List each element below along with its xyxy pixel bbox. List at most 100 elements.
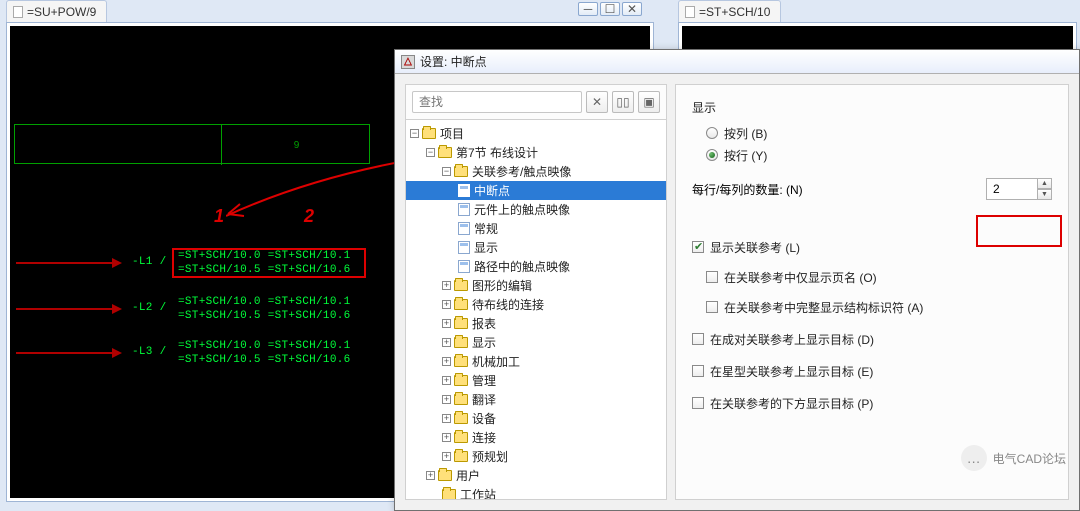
tab-left[interactable]: =SU+POW/9	[6, 0, 107, 22]
tree-panel: ✕ ▯▯ ▣ −项目 −第7节 布线设计 −关联参考/触点映像 中断点 元件上的…	[405, 84, 667, 500]
minimize-button[interactable]: ─	[578, 2, 598, 16]
search-option1-button[interactable]: ▯▯	[612, 91, 634, 113]
annotation-highlight-box-input	[976, 215, 1062, 247]
crossref-L3-b: =ST+SCH/10.5 =ST+SCH/10.6	[178, 354, 351, 366]
collapse-icon[interactable]: −	[442, 167, 451, 176]
tree-node-device[interactable]: +设备	[406, 409, 666, 428]
tree-node-connection[interactable]: +连接	[406, 428, 666, 447]
watermark-text: 电气CAD论坛	[993, 450, 1066, 467]
watermark: … 电气CAD论坛	[961, 445, 1066, 471]
crossref-L1-a: =ST+SCH/10.0 =ST+SCH/10.1	[178, 250, 351, 262]
radio-by-row[interactable]: 按行 (Y)	[706, 144, 1052, 166]
spin-down-button[interactable]: ▼	[1038, 189, 1052, 200]
tree-node-path-contact[interactable]: 路径中的触点映像	[406, 257, 666, 276]
dialog-titlebar[interactable]: △ 设置: 中断点	[395, 50, 1079, 74]
collapse-icon[interactable]: −	[426, 148, 435, 157]
folder-icon	[454, 280, 468, 291]
checkbox-icon	[692, 397, 704, 409]
page-icon	[458, 184, 470, 197]
search-option2-button[interactable]: ▣	[638, 91, 660, 113]
tree-node-section7[interactable]: −第7节 布线设计	[406, 143, 666, 162]
expand-icon[interactable]: +	[442, 414, 451, 423]
tree-node-interrupt-point[interactable]: 中断点	[406, 181, 666, 200]
spin-up-button[interactable]: ▲	[1038, 178, 1052, 189]
tree-node-user[interactable]: +用户	[406, 466, 666, 485]
tree-node-preplanning[interactable]: +预规划	[406, 447, 666, 466]
check-pagename-only[interactable]: 在关联参考中仅显示页名 (O)	[706, 266, 1052, 288]
close-icon: ✕	[592, 95, 602, 109]
folder-icon	[454, 356, 468, 367]
expand-icon[interactable]: +	[442, 338, 451, 347]
bus-line-L3	[16, 352, 114, 354]
crossref-L3-a: =ST+SCH/10.0 =ST+SCH/10.1	[178, 340, 351, 352]
count-per-rowcol-input[interactable]	[986, 178, 1038, 200]
folder-icon	[454, 375, 468, 386]
maximize-button[interactable]: ☐	[600, 2, 620, 16]
tree-node-workstation[interactable]: 工作站	[406, 485, 666, 499]
crossref-L2-b: =ST+SCH/10.5 =ST+SCH/10.6	[178, 310, 351, 322]
expand-icon[interactable]: +	[442, 357, 451, 366]
folder-icon	[422, 128, 436, 139]
section-display-label: 显示	[692, 99, 1052, 116]
expand-icon[interactable]: +	[442, 319, 451, 328]
page-icon	[458, 260, 470, 273]
search-input[interactable]	[412, 91, 582, 113]
tree-node-report[interactable]: +报表	[406, 314, 666, 333]
folder-icon	[454, 432, 468, 443]
expand-icon[interactable]: +	[442, 452, 451, 461]
radio-by-column[interactable]: 按列 (B)	[706, 122, 1052, 144]
checkbox-checked-icon	[692, 241, 704, 253]
expand-icon[interactable]: +	[442, 376, 451, 385]
tree-node-translate[interactable]: +翻译	[406, 390, 666, 409]
check-full-structure[interactable]: 在关联参考中完整显示结构标识符 (A)	[706, 296, 1052, 318]
dialog-title-text: 设置: 中断点	[420, 53, 487, 70]
folder-icon	[438, 147, 452, 158]
annotation-number-1: 1	[214, 206, 224, 227]
tree-node-display[interactable]: +显示	[406, 333, 666, 352]
tree-node-display-sub[interactable]: 显示	[406, 238, 666, 257]
close-button[interactable]: ✕	[622, 2, 642, 16]
title-block-cell: 9	[221, 125, 371, 165]
settings-content-panel: 显示 按列 (B) 按行 (Y) 每行/每列的数量: (N) ▲ ▼	[675, 84, 1069, 500]
folder-icon	[454, 394, 468, 405]
bus-label-L1: -L1 /	[132, 256, 167, 268]
check-pair-target[interactable]: 在成对关联参考上显示目标 (D)	[692, 328, 1052, 350]
check-star-target[interactable]: 在星型关联参考上显示目标 (E)	[692, 360, 1052, 382]
search-clear-button[interactable]: ✕	[586, 91, 608, 113]
expand-icon[interactable]: +	[442, 433, 451, 442]
tab-left-label: =SU+POW/9	[27, 5, 96, 19]
folder-icon	[454, 166, 468, 177]
tree-node-pending-wiring[interactable]: +待布线的连接	[406, 295, 666, 314]
target-icon: ▣	[643, 95, 654, 109]
expand-icon[interactable]: +	[442, 281, 451, 290]
crossref-L2-a: =ST+SCH/10.0 =ST+SCH/10.1	[178, 296, 351, 308]
check-below-target[interactable]: 在关联参考的下方显示目标 (P)	[692, 392, 1052, 414]
wechat-icon: …	[961, 445, 987, 471]
tree-node-general[interactable]: 常规	[406, 219, 666, 238]
tab-right[interactable]: =ST+SCH/10	[678, 0, 781, 22]
settings-tree[interactable]: −项目 −第7节 布线设计 −关联参考/触点映像 中断点 元件上的触点映像 常规…	[406, 119, 666, 499]
collapse-icon[interactable]: −	[410, 129, 419, 138]
checkbox-icon	[706, 271, 718, 283]
tree-node-component-contact[interactable]: 元件上的触点映像	[406, 200, 666, 219]
settings-dialog: △ 设置: 中断点 ✕ ▯▯ ▣ −项目 −第7节 布线设计 −关联参考/触点映…	[394, 49, 1080, 511]
folder-icon	[454, 451, 468, 462]
arrow-icon	[112, 348, 122, 358]
bus-line-L2	[16, 308, 114, 310]
folder-icon	[442, 489, 456, 499]
expand-icon[interactable]: +	[426, 471, 435, 480]
expand-icon[interactable]: +	[442, 395, 451, 404]
folder-icon	[454, 318, 468, 329]
tree-node-project[interactable]: −项目	[406, 124, 666, 143]
tree-node-management[interactable]: +管理	[406, 371, 666, 390]
page-icon	[458, 241, 470, 254]
radio-icon	[706, 127, 718, 139]
expand-icon[interactable]: +	[442, 300, 451, 309]
tree-node-machining[interactable]: +机械加工	[406, 352, 666, 371]
columns-icon: ▯▯	[616, 95, 629, 109]
tab-right-label: =ST+SCH/10	[699, 5, 770, 19]
tree-node-crossref[interactable]: −关联参考/触点映像	[406, 162, 666, 181]
folder-icon	[454, 413, 468, 424]
bus-label-L2: -L2 /	[132, 302, 167, 314]
tree-node-graphics-edit[interactable]: +图形的编辑	[406, 276, 666, 295]
